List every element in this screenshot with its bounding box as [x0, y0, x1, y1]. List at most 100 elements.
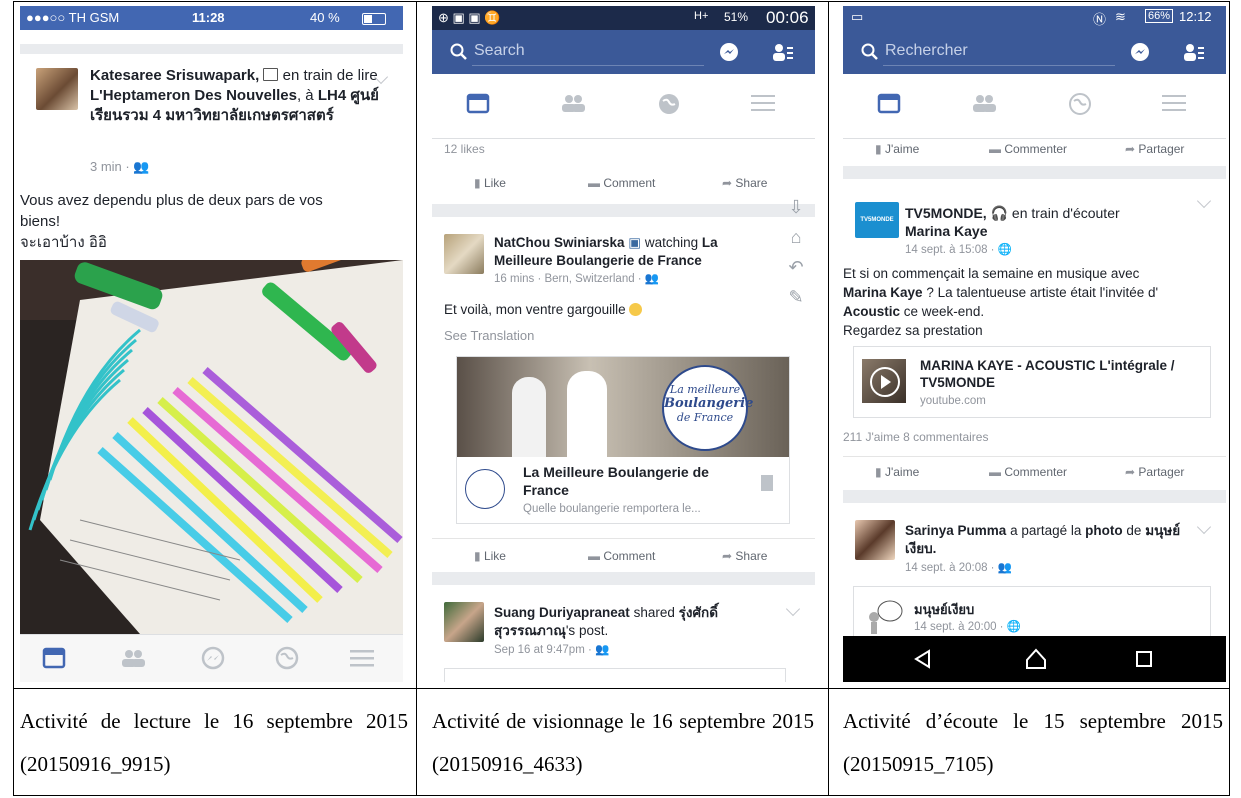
- battery-icon: [362, 13, 386, 25]
- edit-icon[interactable]: ✎: [784, 282, 808, 312]
- home-icon[interactable]: ⌂: [784, 222, 808, 252]
- friends-icon[interactable]: [970, 92, 996, 118]
- menu-icon[interactable]: [751, 92, 777, 118]
- author-name[interactable]: NatChou Swiniarska: [494, 235, 625, 250]
- comment-label: Comment: [603, 176, 656, 190]
- bold-text: Marina Kaye: [843, 285, 923, 300]
- post-text: Et si on commençait la semaine en musiqu…: [843, 264, 1219, 340]
- screenshot-reading: ●●●○○ TH GSM 11:28 40 % Katesaree Srisuw…: [20, 6, 403, 682]
- shared-text: a partagé la: [1010, 523, 1082, 538]
- back-icon[interactable]: ↶: [784, 252, 808, 282]
- menu-icon[interactable]: [350, 648, 374, 668]
- scroll-down-icon[interactable]: ⇩: [784, 192, 808, 222]
- like-button[interactable]: ▮ J'aime: [875, 465, 919, 479]
- globe-icon[interactable]: [1068, 92, 1094, 118]
- like-button[interactable]: ▮ J'aime: [875, 142, 919, 156]
- post-header: Sarinya Pumma a partagé la photo de มนุษ…: [905, 522, 1195, 558]
- messenger-icon[interactable]: [1130, 42, 1150, 62]
- inner-author[interactable]: มนุษย์เงียบ: [914, 599, 974, 620]
- artist-name[interactable]: Marina Kaye: [905, 223, 987, 239]
- avatar[interactable]: [444, 234, 484, 274]
- see-translation-link[interactable]: See Translation: [444, 328, 534, 343]
- shared-text: shared: [633, 605, 675, 620]
- badge-text: de France: [676, 411, 734, 424]
- share-button[interactable]: ➦ Partager: [1125, 142, 1184, 156]
- post-actions: ▮ Like ▬ Comment ➦ Share: [432, 538, 815, 567]
- link-card[interactable]: MARINA KAYE - ACOUSTIC L'intégrale / TV5…: [853, 346, 1211, 418]
- like-button[interactable]: ▮ Like: [474, 549, 506, 563]
- comment-button[interactable]: ▬ Comment: [588, 176, 655, 190]
- avatar[interactable]: [855, 520, 895, 560]
- post-text: Et voilà, mon ventre gargouille: [444, 302, 643, 317]
- post-actions: ▮ J'aime ▬ Commenter ➦ Partager: [843, 136, 1226, 164]
- share-label: Share: [735, 549, 768, 563]
- friend-requests-icon[interactable]: [772, 42, 794, 62]
- search-underline: [472, 65, 704, 66]
- chevron-down-icon[interactable]: [1196, 193, 1212, 209]
- friend-requests-icon[interactable]: [1183, 42, 1205, 62]
- friends-icon: 👥: [133, 159, 150, 174]
- search-bar: Search: [432, 30, 815, 74]
- status-bar: ●●●○○ TH GSM 11:28 40 %: [20, 6, 403, 30]
- friends-icon: 👥: [997, 562, 1013, 574]
- photo-link[interactable]: photo: [1085, 523, 1122, 538]
- share-button[interactable]: ➦ Share: [722, 549, 767, 563]
- comment-icon: ▬: [989, 465, 1001, 479]
- likes-count[interactable]: 12 likes: [444, 142, 485, 156]
- notification-icons: ⊕ ▣ ▣ ♊: [438, 10, 501, 25]
- search-icon: [450, 43, 467, 60]
- search-input[interactable]: Search: [474, 42, 525, 60]
- chevron-down-icon[interactable]: [785, 601, 801, 617]
- book-title[interactable]: L'Heptameron Des Nouvelles: [90, 87, 297, 104]
- comment-label: Comment: [603, 549, 656, 563]
- share-icon: ➦: [722, 176, 733, 190]
- author-name[interactable]: Katesaree Srisuwapark,: [90, 67, 259, 84]
- shared-post-preview[interactable]: [444, 668, 786, 682]
- home-icon[interactable]: [1025, 648, 1047, 670]
- menu-icon[interactable]: [1162, 92, 1188, 118]
- friends-icon[interactable]: [559, 92, 585, 118]
- share-button[interactable]: ➦ Partager: [1125, 465, 1184, 479]
- chevron-down-icon[interactable]: [1196, 519, 1212, 535]
- recent-apps-icon[interactable]: [1135, 650, 1153, 668]
- carrier-label: ●●●○○ TH GSM: [26, 10, 120, 25]
- table-divider: [13, 688, 1230, 689]
- post-stats[interactable]: 211 J'aime 8 commentaires: [843, 430, 988, 444]
- post-meta: 14 sept. à 15:08 · 🌐: [905, 242, 1012, 256]
- globe-icon[interactable]: [275, 646, 299, 670]
- post-photo[interactable]: [20, 260, 403, 634]
- tv-icon: ▣: [628, 235, 642, 250]
- clock: 11:28: [192, 10, 225, 25]
- back-icon[interactable]: [913, 649, 933, 669]
- avatar[interactable]: [444, 602, 484, 642]
- post-header: Katesaree Srisuwapark, en train de lire …: [90, 66, 380, 126]
- link-card[interactable]: La meilleure Boulangerie de France La Me…: [456, 356, 790, 524]
- shared-suffix: 's post.: [565, 623, 609, 638]
- friends-icon[interactable]: [119, 647, 147, 669]
- comment-button[interactable]: ▬ Commenter: [989, 465, 1067, 479]
- comment-button[interactable]: ▬ Commenter: [989, 142, 1067, 156]
- author-name[interactable]: Sarinya Pumma: [905, 523, 1006, 538]
- like-button[interactable]: ▮ Like: [474, 176, 506, 190]
- like-label: Like: [483, 176, 506, 190]
- post-meta-text: 16 mins · Bern, Switzerland ·: [494, 273, 642, 285]
- comment-icon: ▬: [588, 176, 600, 190]
- bold-text: Acoustic: [843, 304, 901, 319]
- search-input[interactable]: Rechercher: [885, 42, 968, 60]
- avatar[interactable]: [36, 68, 78, 110]
- author-name[interactable]: Suang Duriyapraneat: [494, 605, 630, 620]
- author-name[interactable]: TV5MONDE,: [905, 205, 987, 221]
- messenger-icon[interactable]: [719, 42, 739, 62]
- link-card-subtitle: Quelle boulangerie remportera le...: [523, 503, 701, 515]
- tv5monde-logo[interactable]: TV5MONDE: [855, 202, 899, 238]
- globe-icon[interactable]: [657, 92, 683, 118]
- news-feed-icon[interactable]: [877, 92, 903, 118]
- comment-label: Commenter: [1004, 465, 1068, 479]
- bookmark-icon[interactable]: [761, 475, 773, 491]
- share-button[interactable]: ➦ Share: [722, 176, 767, 190]
- news-feed-icon[interactable]: [42, 647, 66, 669]
- comment-button[interactable]: ▬ Comment: [588, 549, 655, 563]
- link-card-image: La meilleure Boulangerie de France: [457, 357, 789, 457]
- messenger-icon[interactable]: [200, 646, 226, 670]
- news-feed-icon[interactable]: [466, 92, 492, 118]
